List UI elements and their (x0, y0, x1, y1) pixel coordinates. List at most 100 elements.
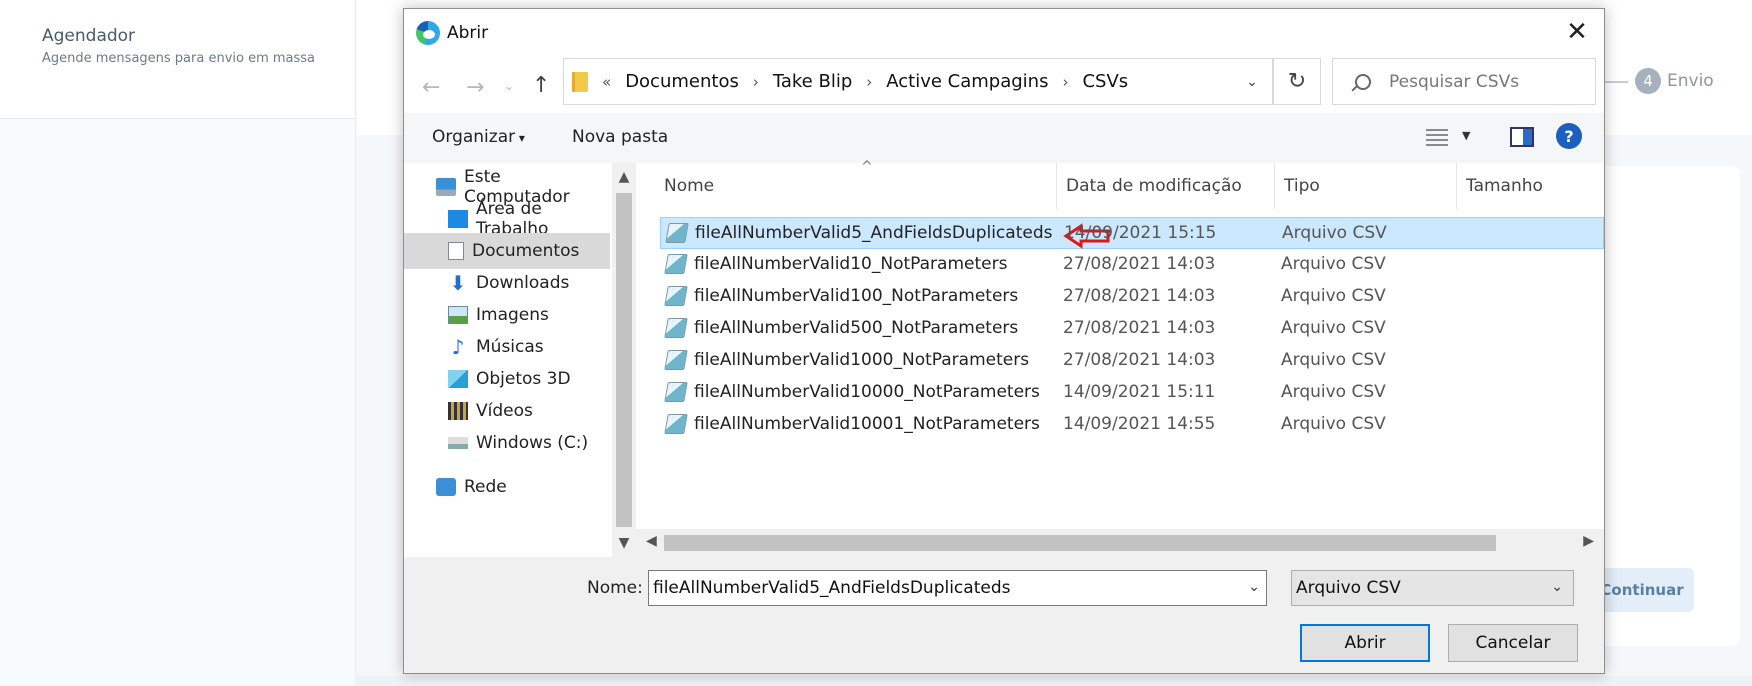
nav-item-windows-c[interactable]: Windows (C:) (404, 425, 610, 461)
search-placeholder: Pesquisar CSVs (1389, 71, 1520, 92)
file-row[interactable]: fileAllNumberValid10000_NotParameters 14… (660, 377, 1604, 409)
close-button[interactable]: ✕ (1560, 17, 1594, 47)
column-header-type[interactable]: Tipo (1275, 163, 1457, 209)
address-bar[interactable]: « Documentos › Take Blip › Active Campag… (563, 58, 1273, 105)
nav-scrollbar[interactable]: ▲ ▼ (612, 163, 636, 557)
download-arrow-icon: ⬇ (449, 271, 467, 295)
computer-icon (436, 178, 456, 196)
documents-icon (448, 242, 464, 260)
scroll-up-icon[interactable]: ▲ (612, 165, 636, 189)
search-box[interactable]: Pesquisar CSVs (1332, 58, 1596, 105)
nav-item-imagens[interactable]: Imagens (404, 297, 610, 333)
help-icon[interactable]: ? (1556, 123, 1582, 149)
close-icon: ✕ (1566, 17, 1588, 47)
column-header-name[interactable]: Nome ^ (636, 159, 1057, 209)
filename-value: fileAllNumberValid5_AndFieldsDuplicateds (653, 578, 1011, 598)
cancel-button[interactable]: Cancelar (1448, 624, 1578, 662)
step-connector (1604, 81, 1628, 83)
nav-item-downloads[interactable]: ⬇ Downloads (404, 265, 610, 301)
file-name-cell: fileAllNumberValid500_NotParameters (664, 313, 1018, 343)
preview-pane-icon[interactable] (1510, 127, 1534, 147)
csv-file-icon (664, 254, 688, 274)
step-number: 4 (1635, 68, 1661, 94)
drive-icon (448, 437, 468, 449)
nav-label: Documentos (472, 241, 580, 261)
dialog-title: Abrir (447, 23, 489, 43)
nav-item-documentos[interactable]: Documentos (404, 233, 610, 269)
file-row[interactable]: fileAllNumberValid5_AndFieldsDuplicateds… (660, 217, 1604, 249)
music-note-icon: ♪ (451, 335, 465, 359)
filetype-dropdown-chevron-icon: ⌄ (1551, 579, 1563, 595)
forward-arrow-icon[interactable]: → (466, 75, 484, 100)
file-row[interactable]: fileAllNumberValid1000_NotParameters 27/… (660, 345, 1604, 377)
view-options-icon[interactable] (1426, 129, 1448, 147)
file-name: fileAllNumberValid100_NotParameters (694, 286, 1019, 306)
filetype-select[interactable]: Arquivo CSV ⌄ (1291, 570, 1574, 606)
file-type: Arquivo CSV (1281, 254, 1386, 274)
filename-input[interactable]: fileAllNumberValid5_AndFieldsDuplicateds… (648, 570, 1267, 606)
csv-file-icon (664, 414, 688, 434)
scroll-down-icon[interactable]: ▼ (612, 531, 636, 555)
file-name: fileAllNumberValid10001_NotParameters (694, 414, 1040, 434)
breadcrumb-take-blip[interactable]: Take Blip (773, 71, 852, 92)
back-arrow-icon[interactable]: ← (422, 75, 440, 100)
column-header-size[interactable]: Tamanho (1457, 163, 1604, 209)
csv-file-icon (665, 223, 689, 243)
organize-menu-button[interactable]: Organizar (432, 127, 525, 147)
nav-item-objetos-3d[interactable]: Objetos 3D (404, 361, 610, 397)
search-icon (1355, 73, 1371, 90)
file-date: 14/09/2021 14:55 (1063, 414, 1216, 434)
file-name: fileAllNumberValid10000_NotParameters (694, 382, 1040, 402)
recent-locations-chevron-icon[interactable]: ⌄ (504, 79, 514, 93)
file-date: 27/08/2021 14:03 (1063, 318, 1216, 338)
nav-item-rede[interactable]: Rede (404, 469, 610, 505)
open-button[interactable]: Abrir (1300, 624, 1430, 662)
new-folder-button[interactable]: Nova pasta (572, 127, 668, 147)
desktop-icon (448, 210, 468, 228)
breadcrumb-documentos[interactable]: Documentos (625, 71, 739, 92)
file-name-cell: fileAllNumberValid10001_NotParameters (664, 409, 1040, 439)
csv-file-icon (664, 286, 688, 306)
app-sidebar: Agendador Agende mensagens para envio em… (0, 0, 356, 686)
breadcrumb-active-campagins[interactable]: Active Campagins (886, 71, 1048, 92)
nav-label: Objetos 3D (476, 369, 571, 389)
breadcrumb-separator-icon[interactable]: › (866, 73, 872, 91)
nav-label: Rede (464, 477, 507, 497)
file-row[interactable]: fileAllNumberValid10001_NotParameters 14… (660, 409, 1604, 441)
filename-label: Nome: (587, 578, 643, 598)
up-folder-arrow-icon[interactable]: ↑ (532, 73, 550, 98)
file-row[interactable]: fileAllNumberValid500_NotParameters 27/0… (660, 313, 1604, 345)
folder-icon (572, 71, 588, 92)
file-row[interactable]: fileAllNumberValid100_NotParameters 27/0… (660, 281, 1604, 313)
nav-label: Windows (C:) (476, 433, 589, 453)
file-name: fileAllNumberValid1000_NotParameters (694, 350, 1030, 370)
sidebar-subtitle: Agende mensagens para envio em massa (42, 51, 316, 66)
address-dropdown-chevron-icon[interactable]: ⌄ (1232, 59, 1272, 104)
nav-item-videos[interactable]: Vídeos (404, 393, 610, 429)
breadcrumb-separator-icon[interactable]: › (1062, 73, 1068, 91)
nav-label: Músicas (476, 337, 544, 357)
scrollbar-thumb[interactable] (616, 193, 632, 527)
scroll-left-icon[interactable]: ◀ (646, 533, 657, 549)
filename-dropdown-chevron-icon[interactable]: ⌄ (1248, 579, 1260, 595)
column-header-date[interactable]: Data de modificação (1057, 163, 1275, 209)
file-type: Arquivo CSV (1281, 318, 1386, 338)
file-date: 27/08/2021 14:03 (1063, 350, 1216, 370)
file-list-horizontal-scrollbar[interactable]: ◀ ▶ (636, 529, 1604, 557)
breadcrumb-csvs[interactable]: CSVs (1082, 71, 1128, 92)
nav-label: Vídeos (476, 401, 533, 421)
continue-button[interactable]: Continuar (1590, 568, 1694, 612)
filetype-value: Arquivo CSV (1296, 578, 1401, 598)
scroll-right-icon[interactable]: ▶ (1583, 533, 1594, 549)
nav-item-area-de-trabalho[interactable]: Área de Trabalho (404, 199, 610, 239)
breadcrumb-overflow[interactable]: « (602, 73, 611, 91)
breadcrumb-separator-icon[interactable]: › (753, 73, 759, 91)
file-type: Arquivo CSV (1282, 223, 1387, 243)
network-icon (436, 478, 456, 496)
file-row[interactable]: fileAllNumberValid10_NotParameters 27/08… (660, 249, 1604, 281)
view-dropdown-icon[interactable]: ▼ (1462, 129, 1470, 142)
nav-item-musicas[interactable]: ♪ Músicas (404, 329, 610, 365)
scrollbar-thumb[interactable] (664, 535, 1496, 551)
refresh-button[interactable]: ↻ (1273, 58, 1321, 105)
dialog-toolbar: Organizar Nova pasta (404, 113, 1604, 163)
